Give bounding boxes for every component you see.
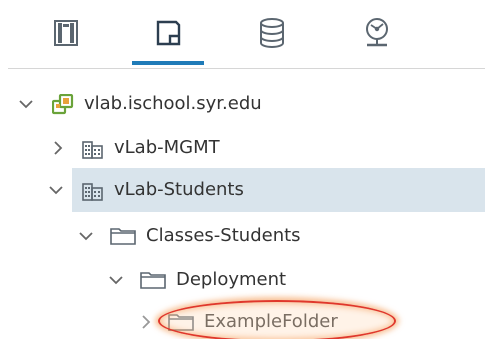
datacenter-students-label[interactable]: vLab-Students <box>114 178 244 202</box>
chevron-down-icon[interactable] <box>78 228 94 244</box>
folder-examplefolder-label[interactable]: ExampleFolder <box>204 310 338 334</box>
folder-deployment-label[interactable]: Deployment <box>176 268 286 292</box>
tab-storage[interactable] <box>242 0 302 66</box>
folder-classes-students-label[interactable]: Classes-Students <box>146 224 301 248</box>
navigator-tab-bar <box>0 0 485 70</box>
datacenter-icon <box>82 180 104 201</box>
vsphere-navigator-panel: vlab.ischool.syr.edu vLab-MGMT vLab-Stud… <box>0 0 485 339</box>
vcenter-icon <box>51 93 74 115</box>
hosts-clusters-icon <box>54 20 78 46</box>
vcenter-label[interactable]: vlab.ischool.syr.edu <box>84 92 262 116</box>
tree-node-folder-examplefolder[interactable]: ExampleFolder <box>0 300 485 339</box>
chevron-down-icon[interactable] <box>108 272 124 288</box>
tab-hosts-clusters[interactable] <box>36 0 96 66</box>
folder-icon <box>140 271 166 291</box>
tabbar-divider <box>8 68 485 69</box>
datacenter-mgmt-label[interactable]: vLab-MGMT <box>114 136 220 160</box>
tree-node-datacenter-mgmt[interactable]: vLab-MGMT <box>0 126 485 170</box>
chevron-down-icon[interactable] <box>18 96 34 112</box>
tab-vms-templates[interactable] <box>138 0 198 66</box>
chevron-right-icon[interactable] <box>50 140 66 156</box>
tree-node-datacenter-students[interactable]: vLab-Students <box>0 168 485 212</box>
tree-node-folder-deployment[interactable]: Deployment <box>0 258 485 302</box>
folder-icon <box>110 227 136 247</box>
chevron-down-icon[interactable] <box>48 182 64 198</box>
datacenter-icon <box>82 138 104 159</box>
active-tab-indicator <box>132 61 204 65</box>
networking-icon <box>366 18 388 47</box>
folder-icon <box>168 313 194 333</box>
vms-templates-icon <box>156 20 181 46</box>
storage-icon <box>260 18 284 48</box>
tree-node-vcenter[interactable]: vlab.ischool.syr.edu <box>0 82 485 126</box>
tree-node-folder-classes-students[interactable]: Classes-Students <box>0 214 485 258</box>
chevron-right-icon[interactable] <box>138 314 154 330</box>
tab-networking[interactable] <box>347 0 407 66</box>
